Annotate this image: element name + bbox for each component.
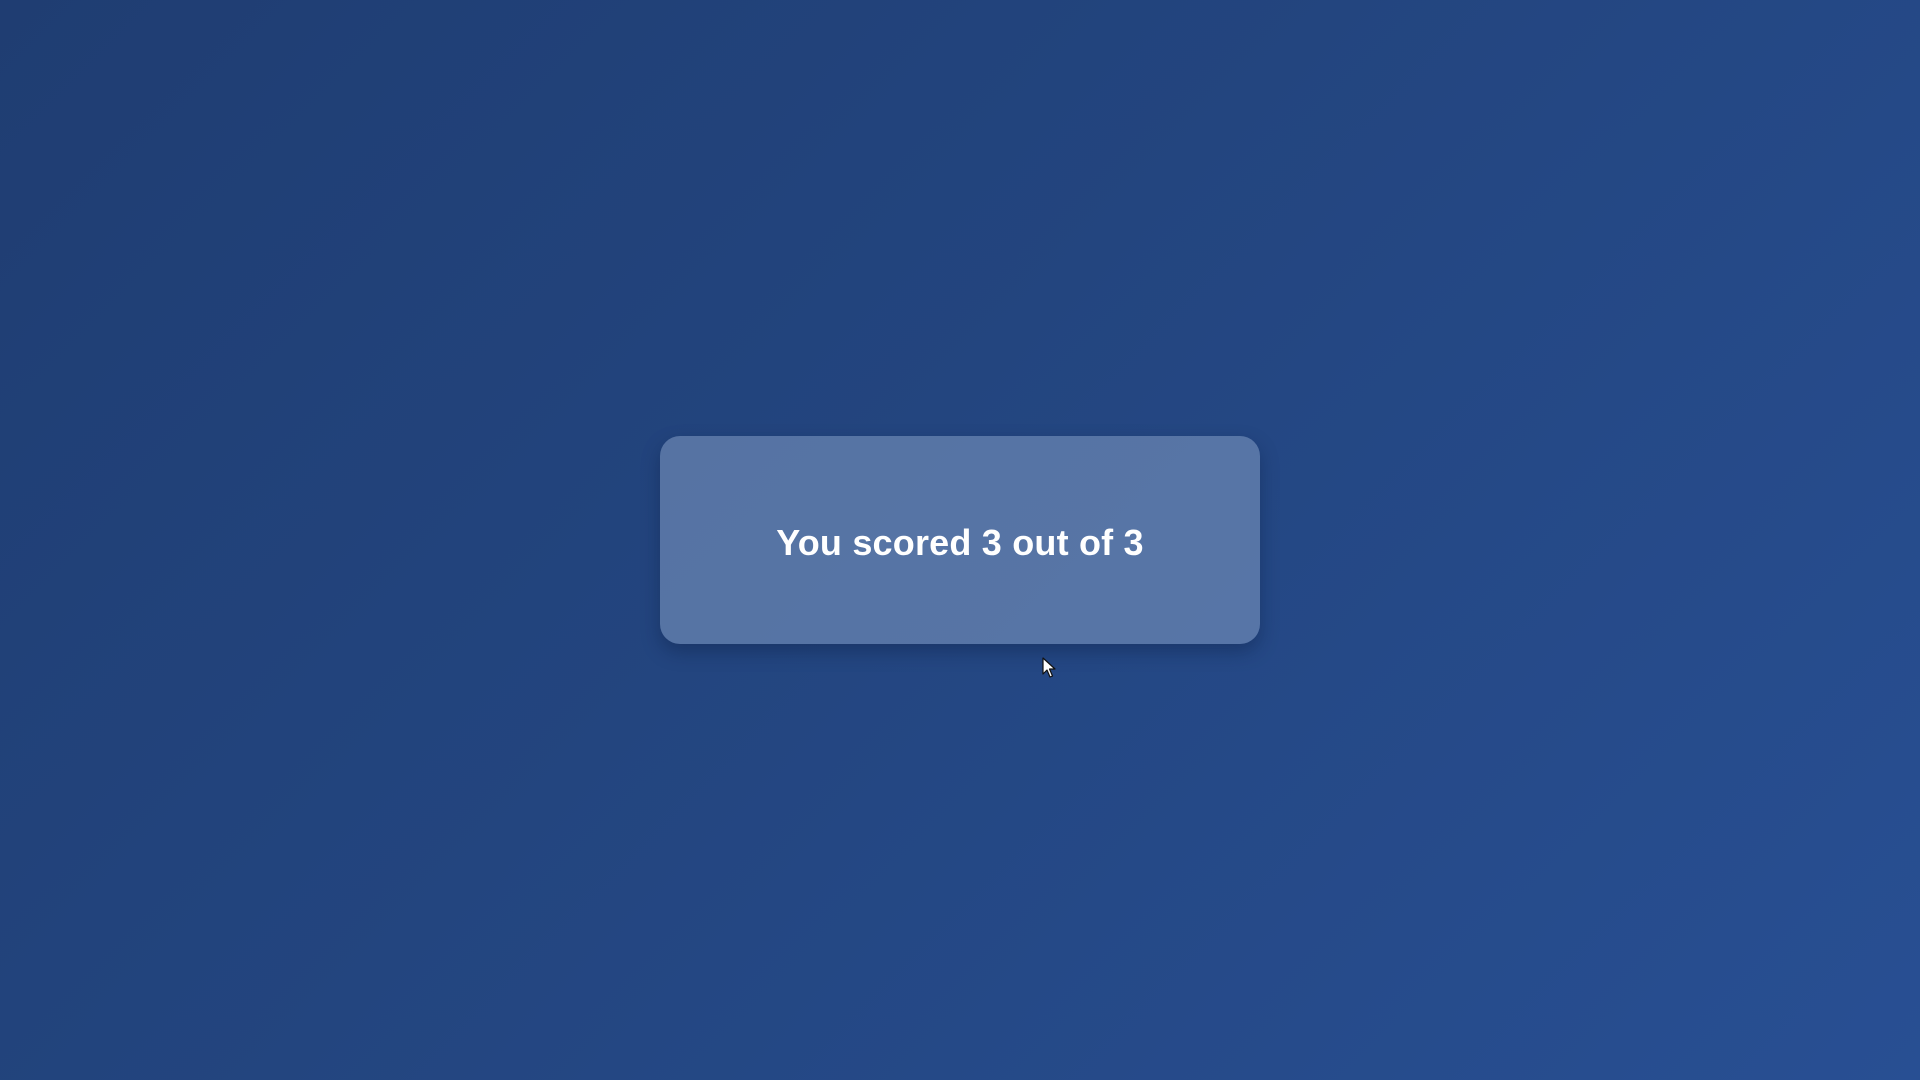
score-result-text: You scored 3 out of 3 [776,522,1144,563]
score-result-card: You scored 3 out of 3 [660,436,1260,644]
mouse-pointer-icon [1042,657,1058,679]
